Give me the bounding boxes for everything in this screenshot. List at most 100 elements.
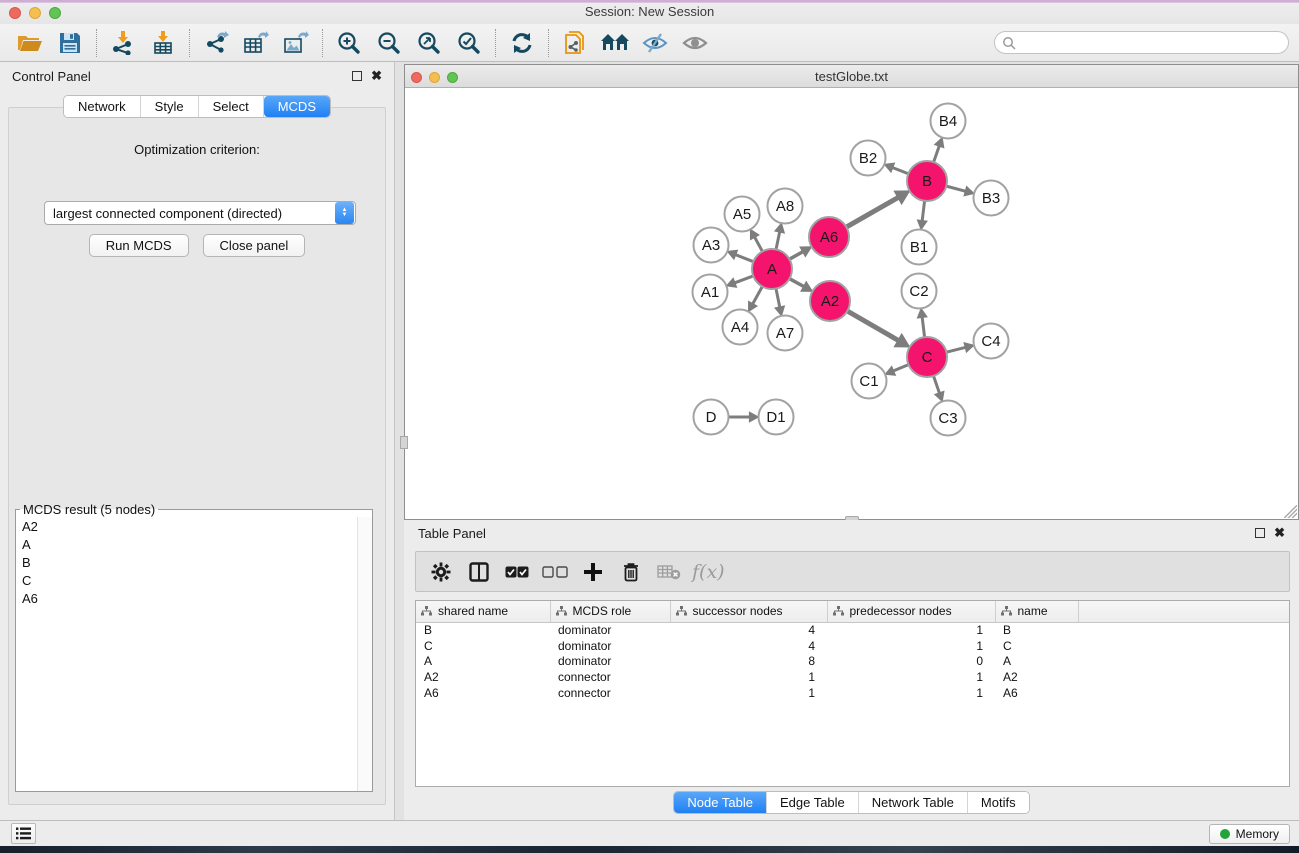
edge-A-A4[interactable] (753, 287, 763, 305)
mcds-result-item[interactable]: A (16, 535, 357, 553)
refresh-button[interactable] (502, 27, 542, 59)
table-cell[interactable]: A (416, 654, 550, 670)
tab-network[interactable]: Network (64, 96, 141, 117)
edge-A-A6[interactable] (789, 252, 803, 260)
table-cell[interactable]: 1 (670, 685, 827, 701)
deselect-all-button[interactable] (538, 557, 572, 587)
table-row[interactable]: A6connector11A6 (416, 685, 1289, 701)
import-table-button[interactable] (143, 27, 183, 59)
table-cell[interactable]: dominator (550, 654, 670, 670)
tab-network-table[interactable]: Network Table (859, 792, 968, 813)
edge-C-C2[interactable] (922, 317, 924, 337)
run-mcds-button[interactable]: Run MCDS (89, 234, 189, 257)
result-scrollbar[interactable] (357, 517, 372, 791)
edge-A-A5[interactable] (754, 237, 762, 252)
network-canvas[interactable]: AA1A2A3A4A5A6A7A8BB1B2B3B4CC1C2C3C4DD1 (405, 88, 1298, 519)
table-settings-button[interactable] (424, 557, 458, 587)
edge-A-A3[interactable] (735, 255, 753, 262)
edge-A6-B[interactable] (846, 197, 898, 227)
table-cell[interactable]: 4 (670, 638, 827, 654)
criterion-select[interactable]: largest connected component (directed) ▲… (44, 201, 356, 225)
table-cell[interactable]: 4 (670, 622, 827, 638)
search-input[interactable] (1016, 36, 1266, 50)
tab-edge-table[interactable]: Edge Table (767, 792, 859, 813)
edge-A-A7[interactable] (776, 289, 780, 308)
table-cell[interactable]: 1 (827, 685, 995, 701)
column-header-shared-name[interactable]: shared name (416, 601, 550, 622)
table-cell[interactable]: A6 (416, 685, 550, 701)
tab-node-table[interactable]: Node Table (674, 792, 767, 813)
table-cell[interactable]: A2 (416, 669, 550, 685)
table-cell[interactable]: dominator (550, 622, 670, 638)
column-header-predecessor-nodes[interactable]: predecessor nodes (827, 601, 995, 622)
float-panel-button[interactable] (352, 71, 362, 81)
table-cell[interactable]: 1 (670, 669, 827, 685)
table-cell[interactable]: B (416, 622, 550, 638)
tab-mcds[interactable]: MCDS (264, 96, 330, 117)
zoom-fit-button[interactable] (409, 27, 449, 59)
column-header-successor-nodes[interactable]: successor nodes (670, 601, 827, 622)
add-column-button[interactable] (576, 557, 610, 587)
table-row[interactable]: Bdominator41B (416, 622, 1289, 638)
column-header-name[interactable]: name (995, 601, 1078, 622)
table-cell[interactable]: 1 (827, 638, 995, 654)
save-session-button[interactable] (50, 27, 90, 59)
show-all-button[interactable] (675, 27, 715, 59)
export-network-button[interactable] (196, 27, 236, 59)
open-session-button[interactable] (10, 27, 50, 59)
tab-style[interactable]: Style (141, 96, 199, 117)
table-row[interactable]: Adominator80A (416, 654, 1289, 670)
mcds-result-item[interactable]: A6 (16, 589, 357, 607)
edge-B-B1[interactable] (922, 201, 924, 221)
search-box[interactable] (994, 31, 1289, 54)
table-cell[interactable]: B (995, 622, 1078, 638)
close-panel-icon[interactable]: ✖ (371, 71, 382, 81)
edge-C-C1[interactable] (893, 365, 908, 371)
select-all-button[interactable] (500, 557, 534, 587)
table-cell[interactable]: dominator (550, 638, 670, 654)
delete-table-button[interactable] (652, 557, 686, 587)
zoom-selected-button[interactable] (449, 27, 489, 59)
export-image-button[interactable] (276, 27, 316, 59)
mcds-result-item[interactable]: A2 (16, 517, 357, 535)
edge-A-A2[interactable] (790, 279, 804, 287)
splitter-grip[interactable] (400, 436, 408, 449)
edge-A-A1[interactable] (734, 276, 753, 283)
edge-B-B4[interactable] (934, 146, 940, 162)
home-button[interactable] (595, 27, 635, 59)
table-cell[interactable]: A6 (995, 685, 1078, 701)
table-cell[interactable]: A (995, 654, 1078, 670)
table-cell[interactable]: C (995, 638, 1078, 654)
import-network-button[interactable] (103, 27, 143, 59)
table-row[interactable]: A2connector11A2 (416, 669, 1289, 685)
table-cell[interactable]: 1 (827, 669, 995, 685)
table-cell[interactable]: connector (550, 669, 670, 685)
network-window-titlebar[interactable]: testGlobe.txt (405, 65, 1298, 88)
zoom-in-button[interactable] (329, 27, 369, 59)
hide-selected-button[interactable] (635, 27, 675, 59)
table-row[interactable]: Cdominator41C (416, 638, 1289, 654)
table-cell[interactable]: A2 (995, 669, 1078, 685)
tab-select[interactable]: Select (199, 96, 264, 117)
table-cell[interactable]: 1 (827, 622, 995, 638)
column-header-MCDS-role[interactable]: MCDS role (550, 601, 670, 622)
close-table-panel-icon[interactable]: ✖ (1274, 528, 1285, 538)
delete-columns-button[interactable] (614, 557, 648, 587)
apply-function-button[interactable]: f(x) (690, 561, 725, 583)
resize-grip-icon[interactable] (1284, 505, 1297, 518)
edge-A2-C[interactable] (847, 311, 898, 341)
table-cell[interactable]: connector (550, 685, 670, 701)
edge-B-B3[interactable] (946, 186, 965, 191)
memory-button[interactable]: Memory (1209, 824, 1290, 844)
split-panel-button[interactable] (462, 557, 496, 587)
mcds-result-item[interactable]: B (16, 553, 357, 571)
task-history-button[interactable] (11, 823, 36, 844)
edge-C-C4[interactable] (946, 347, 965, 352)
export-table-button[interactable] (236, 27, 276, 59)
table-cell[interactable]: C (416, 638, 550, 654)
edge-B-B2[interactable] (892, 167, 908, 173)
float-table-panel-button[interactable] (1255, 528, 1265, 538)
edge-C-C3[interactable] (934, 376, 940, 393)
zoom-out-button[interactable] (369, 27, 409, 59)
mcds-result-item[interactable]: C (16, 571, 357, 589)
